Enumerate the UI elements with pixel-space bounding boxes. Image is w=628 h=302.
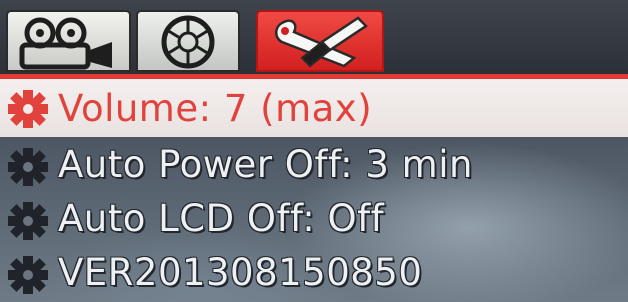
settings-menu: Volume: 7 (max) Auto Power Off: 3 min Au… — [0, 79, 628, 302]
camera-settings-screen: Volume: 7 (max) Auto Power Off: 3 min Au… — [0, 0, 628, 302]
tab-photo-mode[interactable] — [136, 10, 240, 72]
gear-icon — [8, 202, 48, 240]
gear-icon — [8, 90, 48, 128]
video-camera-icon — [19, 17, 112, 70]
menu-item-label: Auto Power Off: 3 min — [58, 143, 473, 186]
gear-icon — [8, 256, 48, 294]
menu-item-auto-power-off[interactable]: Auto Power Off: 3 min — [0, 137, 628, 191]
wrench-screwdriver-icon — [275, 16, 368, 68]
camera-shutter-icon — [161, 15, 215, 69]
mode-tab-bar — [0, 0, 628, 78]
menu-item-auto-lcd-off[interactable]: Auto LCD Off: Off — [0, 191, 628, 245]
tab-setup-mode[interactable] — [256, 10, 384, 72]
tab-video-mode[interactable] — [6, 10, 131, 72]
gear-icon — [8, 148, 48, 186]
menu-item-label: Volume: 7 (max) — [58, 87, 373, 130]
menu-item-firmware-version[interactable]: VER201308150850 — [0, 245, 628, 299]
menu-item-label: VER201308150850 — [58, 251, 423, 294]
menu-item-label: Auto LCD Off: Off — [58, 197, 385, 240]
menu-item-volume[interactable]: Volume: 7 (max) — [0, 79, 628, 137]
